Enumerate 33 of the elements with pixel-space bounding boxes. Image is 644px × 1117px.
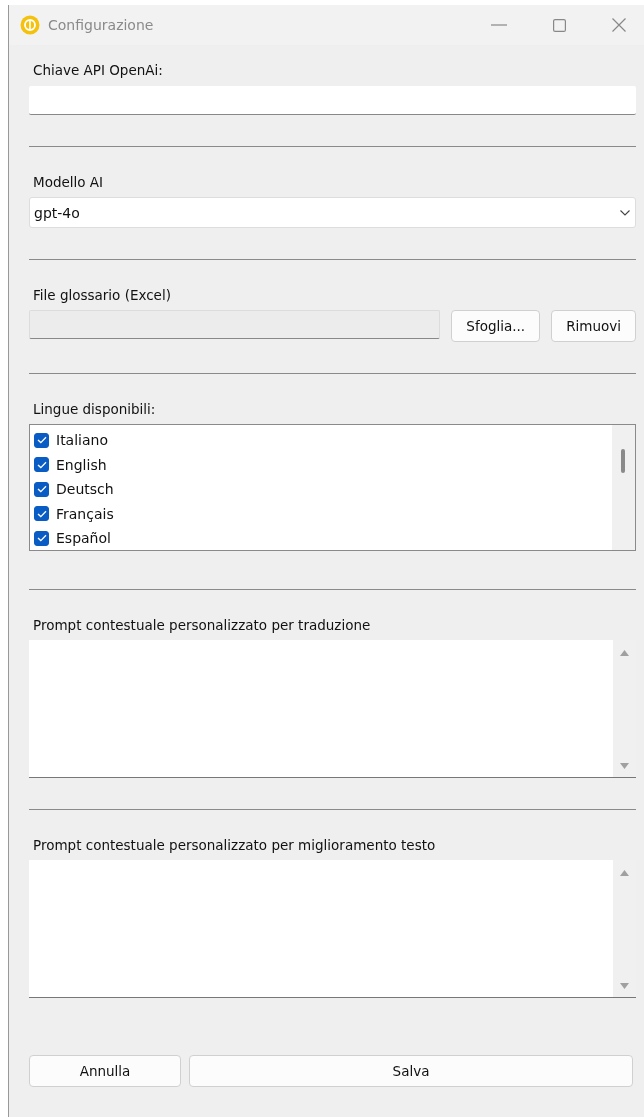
checkbox[interactable] xyxy=(34,432,49,448)
checkbox[interactable] xyxy=(34,481,49,497)
file-path-field[interactable] xyxy=(29,310,441,339)
field-label: Modello AI xyxy=(33,173,105,191)
field-label: Prompt contestuale personalizzato per traduzione xyxy=(33,616,372,634)
scroll-down-icon[interactable] xyxy=(620,983,629,989)
chevron-down-icon xyxy=(620,209,630,216)
maximize-icon[interactable] xyxy=(553,18,566,32)
file-button[interactable]: Sfoglia... xyxy=(451,310,541,342)
model-dropdown[interactable]: gpt-4o xyxy=(29,197,636,228)
language-label: Deutsch xyxy=(56,481,114,498)
language-label: Español xyxy=(56,530,111,547)
window-title: Configurazione xyxy=(48,17,154,33)
api-key-field[interactable] xyxy=(29,86,636,115)
language-label: English xyxy=(56,456,107,473)
file-button[interactable]: Rimuovi xyxy=(551,310,636,342)
language-label: Français xyxy=(56,505,114,522)
app-logo-icon xyxy=(20,15,40,35)
field-label: File glossario (Excel) xyxy=(33,286,172,304)
checkbox[interactable] xyxy=(34,530,49,546)
field-label: Lingue disponibili: xyxy=(33,400,157,418)
field-label: Prompt contestuale personalizzato per miglioramento testo xyxy=(33,836,437,854)
field-label: Chiave API OpenAi: xyxy=(33,61,164,79)
checkbox[interactable] xyxy=(34,506,49,522)
cancel-button[interactable]: Annulla xyxy=(29,1055,181,1087)
scroll-down-icon[interactable] xyxy=(620,763,629,769)
scroll-up-icon[interactable] xyxy=(620,650,629,656)
scrollbar-thumb[interactable] xyxy=(621,449,625,473)
scroll-up-icon[interactable] xyxy=(620,870,629,876)
save-button[interactable]: Salva xyxy=(189,1055,633,1087)
close-icon[interactable] xyxy=(612,18,626,32)
language-label: Italiano xyxy=(56,432,108,449)
checkbox[interactable] xyxy=(34,457,49,473)
